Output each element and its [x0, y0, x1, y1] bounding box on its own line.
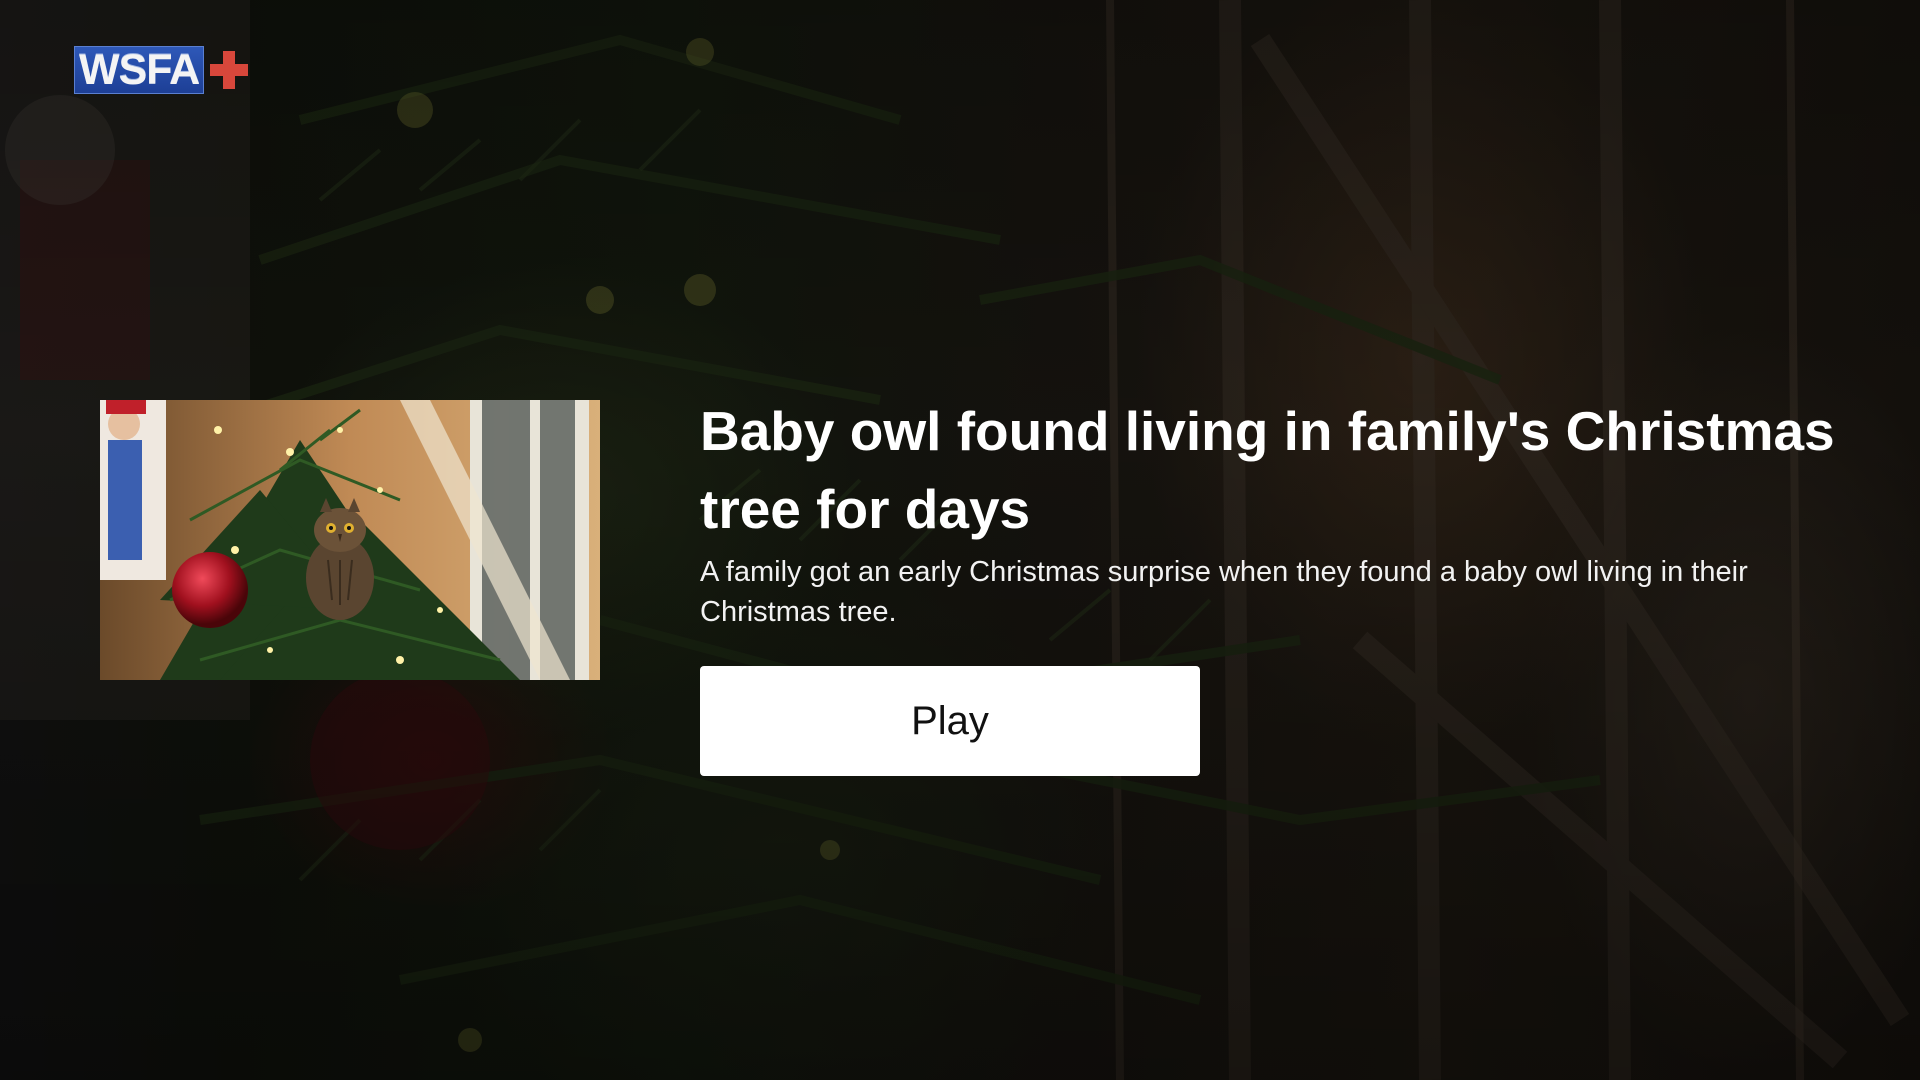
video-thumbnail [100, 400, 600, 680]
logo-badge: WSFA [74, 46, 205, 94]
video-title: Baby owl found living in family's Christ… [700, 400, 1835, 540]
video-description: A family got an early Christmas surprise… [700, 556, 1748, 628]
channel-logo: WSFA [74, 46, 249, 94]
video-info: Baby owl found living in family's Christ… [700, 392, 1880, 776]
video-detail-screen: WSFA Baby owl found living in family's C… [0, 0, 1920, 1080]
play-button[interactable]: Play [700, 666, 1200, 776]
plus-icon [210, 51, 249, 89]
owl-in-christmas-tree-photo-icon [100, 400, 600, 680]
logo-text: WSFA [79, 46, 200, 94]
